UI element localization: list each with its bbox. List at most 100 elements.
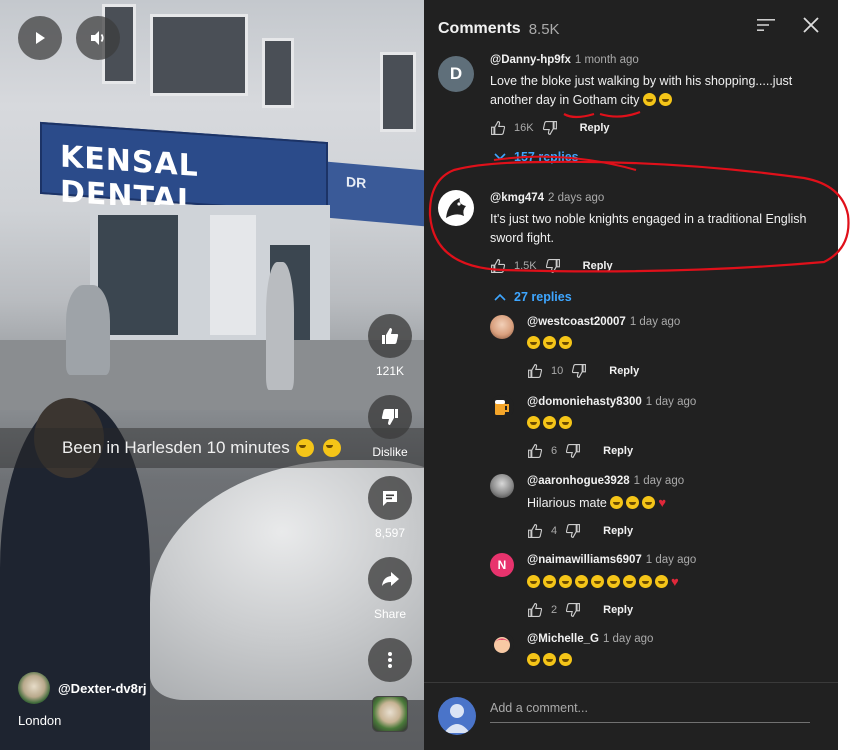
dislike-icon[interactable] [565,443,581,459]
more-actions[interactable] [364,638,416,682]
like-count: 1.5K [514,260,537,272]
comment-meta: @kmg474 2 days ago [490,192,830,204]
laughing-emoji-icon [559,575,572,588]
user-avatar[interactable] [438,697,476,735]
reply-time[interactable]: 1 day ago [603,633,654,645]
secondary-shop-sign: DR [328,161,424,227]
comment-time[interactable]: 2 days ago [548,192,604,204]
like-action[interactable]: 121K [364,314,416,378]
volume-button[interactable] [76,16,120,60]
reply-time[interactable]: 1 day ago [646,396,697,408]
reply-author[interactable]: @westcoast20007 [527,316,626,328]
laughing-emoji-icon [527,575,540,588]
replier-avatar[interactable] [490,474,514,498]
share-action[interactable]: Share [364,557,416,621]
avatar-letter: N [497,558,507,572]
reply-author[interactable]: @aaronhogue3928 [527,475,630,487]
reply-author[interactable]: @naimawilliams6907 [527,554,642,566]
video-caption: Been in Harlesden 10 minutes [0,428,424,468]
shop-sign: KENSAL DENTAL [40,121,328,219]
dislike-icon[interactable] [565,602,581,618]
replier-avatar[interactable]: N [490,553,514,577]
hide-replies-button[interactable]: 27 replies [494,290,572,304]
replies-count-label[interactable]: 157 replies [514,150,579,164]
grimace-emoji-icon [295,439,314,457]
more-vert-icon [388,652,392,668]
reply-time[interactable]: 1 day ago [646,554,697,566]
beer-mug-icon [495,400,509,415]
dislike-label: Dislike [372,445,408,459]
like-icon[interactable] [527,602,543,618]
replier-avatar[interactable] [490,632,514,656]
sound-thumbnail[interactable] [372,696,408,732]
comments-action[interactable]: 8,597 [364,476,416,540]
heart-icon: ♥ [658,495,667,510]
sort-icon[interactable] [756,17,776,33]
reply-time[interactable]: 1 day ago [634,475,685,487]
reply-button[interactable]: Reply [603,525,633,537]
reply-author[interactable]: @domoniehasty8300 [527,396,642,408]
dislike-icon[interactable] [542,120,558,136]
reply-button[interactable]: Reply [603,604,633,616]
comment-thread: @kmg474 2 days ago It's just two noble kn… [438,190,828,280]
reply-text: Hilarious mate ♥ [527,493,827,513]
view-replies-button[interactable]: 157 replies [494,150,579,164]
reply-button[interactable]: Reply [603,445,633,457]
like-icon[interactable] [527,443,543,459]
page-scrollbar[interactable] [838,0,850,750]
laughing-emoji-icon [639,575,652,588]
play-icon [36,32,45,44]
share-button[interactable] [368,557,412,601]
reply-item: N @naimawilliams6907 1 day ago ♥ 2 Reply [490,553,828,623]
laughing-emoji-icon [527,416,540,429]
commenter-avatar[interactable]: D [438,56,474,92]
chevron-up-icon [494,293,506,301]
channel-info[interactable]: @Dexter-dv8rj [18,672,147,704]
likes-count: 121K [375,364,405,378]
like-icon[interactable] [490,120,506,136]
grin-emoji-icon [559,336,572,349]
chevron-down-icon [494,153,506,161]
laughing-emoji-icon [658,93,672,106]
comment-time[interactable]: 1 month ago [575,54,639,66]
comment-icon [383,491,397,506]
reply-time[interactable]: 1 day ago [630,316,681,328]
laughing-emoji-icon [559,653,572,666]
reply-button[interactable]: Reply [583,260,613,272]
commenter-avatar[interactable] [438,190,474,226]
add-comment-bar: Add a comment... [424,682,838,750]
comment-author[interactable]: @Danny-hp9fx [490,54,571,66]
add-comment-input[interactable]: Add a comment... [490,699,810,723]
comment-meta: @Danny-hp9fx 1 month ago [490,54,830,66]
like-button[interactable] [368,314,412,358]
heart-icon: ♥ [671,574,679,589]
like-icon[interactable] [527,363,543,379]
reply-button[interactable]: Reply [580,122,610,134]
laughing-emoji-icon [559,416,572,429]
channel-avatar[interactable] [18,672,50,704]
laughing-emoji-icon [610,496,624,509]
reply-author[interactable]: @Michelle_G [527,633,599,645]
like-count: 4 [551,525,558,537]
replies-count-label[interactable]: 27 replies [514,290,572,304]
close-icon[interactable] [802,16,820,34]
dislike-icon[interactable] [545,258,561,274]
replier-avatar[interactable] [490,315,514,339]
reply-text: ♥ [527,572,827,592]
comment-author[interactable]: @kmg474 [490,192,544,204]
reply-button[interactable]: Reply [609,365,639,377]
play-button[interactable] [18,16,62,60]
comment-text: It's just two noble knights engaged in a… [490,212,807,245]
laughing-emoji-icon [543,575,556,588]
channel-handle[interactable]: @Dexter-dv8rj [58,681,147,696]
dislike-action[interactable]: Dislike [364,395,416,459]
dislike-button[interactable] [368,395,412,439]
comments-button[interactable] [368,476,412,520]
like-icon[interactable] [527,523,543,539]
dislike-icon[interactable] [571,363,587,379]
like-icon[interactable] [490,258,506,274]
more-options-button[interactable] [368,638,412,682]
dislike-icon[interactable] [565,523,581,539]
short-video-player[interactable]: KENSAL DENTAL DR Been in Harlesden 10 mi… [0,0,424,750]
replier-avatar[interactable] [490,395,514,419]
